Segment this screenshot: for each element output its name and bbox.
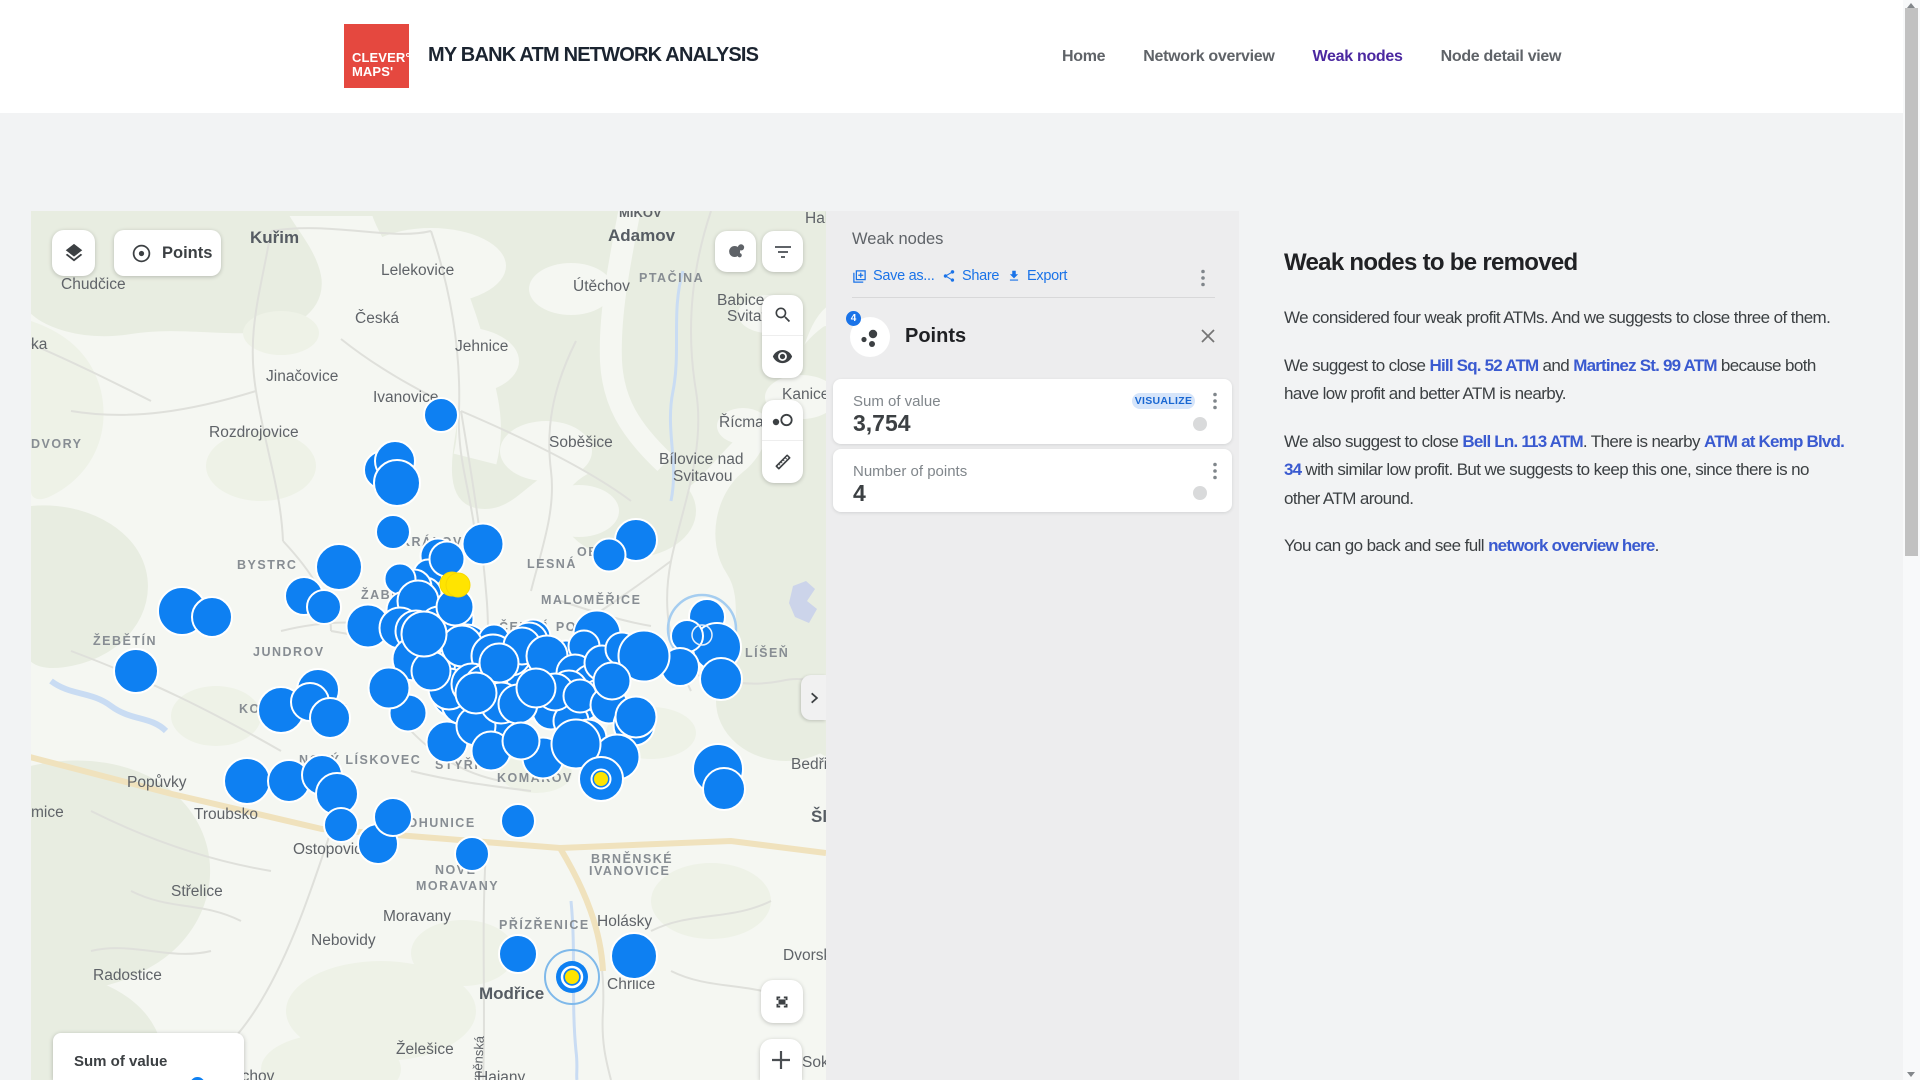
svg-text:Lelekovice: Lelekovice — [381, 262, 454, 279]
svg-text:ka: ka — [31, 336, 48, 353]
svg-text:Jinačovice: Jinačovice — [266, 368, 338, 385]
svg-text:MORAVANY: MORAVANY — [416, 879, 499, 893]
svg-text:MALOMĚŘICE: MALOMĚŘICE — [541, 592, 641, 607]
svg-text:Rozdrojovice: Rozdrojovice — [209, 424, 299, 441]
svg-text:Moravany: Moravany — [383, 908, 451, 925]
svg-text:JUNDROV: JUNDROV — [253, 645, 325, 659]
svg-text:LÍŠEŇ: LÍŠEŇ — [745, 645, 789, 660]
svg-text:Střelice: Střelice — [171, 883, 223, 900]
svg-text:Želešice: Želešice — [396, 1041, 454, 1058]
svg-text:LESNÁ: LESNÁ — [527, 556, 577, 571]
svg-text:Bílovice nad: Bílovice nad — [659, 451, 743, 468]
svg-text:Holásky: Holásky — [597, 913, 652, 930]
svg-text:Babice: Babice — [717, 292, 764, 309]
svg-text:Nebovidy: Nebovidy — [311, 932, 376, 949]
svg-text:Dvorska: Dvorska — [783, 947, 826, 964]
svg-text:Troubsko: Troubsko — [194, 806, 258, 823]
svg-text:PTAČINA: PTAČINA — [639, 270, 704, 285]
svg-text:Adamov: Adamov — [608, 226, 676, 245]
svg-text:ŽEBĚTÍN: ŽEBĚTÍN — [93, 633, 157, 648]
svg-text:DVORY: DVORY — [31, 437, 83, 451]
svg-text:Bedřich: Bedřich — [791, 756, 826, 773]
svg-text:PŘÍZŘENICE: PŘÍZŘENICE — [499, 917, 590, 932]
svg-text:Svitavou: Svitavou — [673, 468, 732, 485]
svg-text:Modřice: Modřice — [479, 984, 544, 1003]
svg-text:Radostice: Radostice — [93, 967, 162, 984]
svg-text:IVANOVICE: IVANOVICE — [589, 864, 670, 878]
svg-text:Jehnice: Jehnice — [455, 338, 508, 355]
svg-text:Popůvky: Popůvky — [127, 774, 187, 791]
svg-text:Kuřim: Kuřim — [250, 228, 299, 247]
svg-text:Soko: Soko — [802, 1054, 826, 1071]
svg-text:Šla: Šla — [811, 807, 826, 826]
svg-text:Soběšice: Soběšice — [549, 434, 613, 451]
svg-text:MIKOV: MIKOV — [619, 211, 662, 220]
svg-text:Útěchov: Útěchov — [573, 278, 630, 295]
svg-text:Brněnská: Brněnská — [469, 1035, 487, 1080]
svg-text:Chudčice: Chudčice — [61, 276, 126, 293]
svg-text:Hab: Hab — [805, 211, 826, 227]
svg-text:mice: mice — [31, 804, 64, 821]
svg-text:Česká: Česká — [355, 310, 399, 327]
svg-text:BYSTRC: BYSTRC — [237, 558, 297, 572]
